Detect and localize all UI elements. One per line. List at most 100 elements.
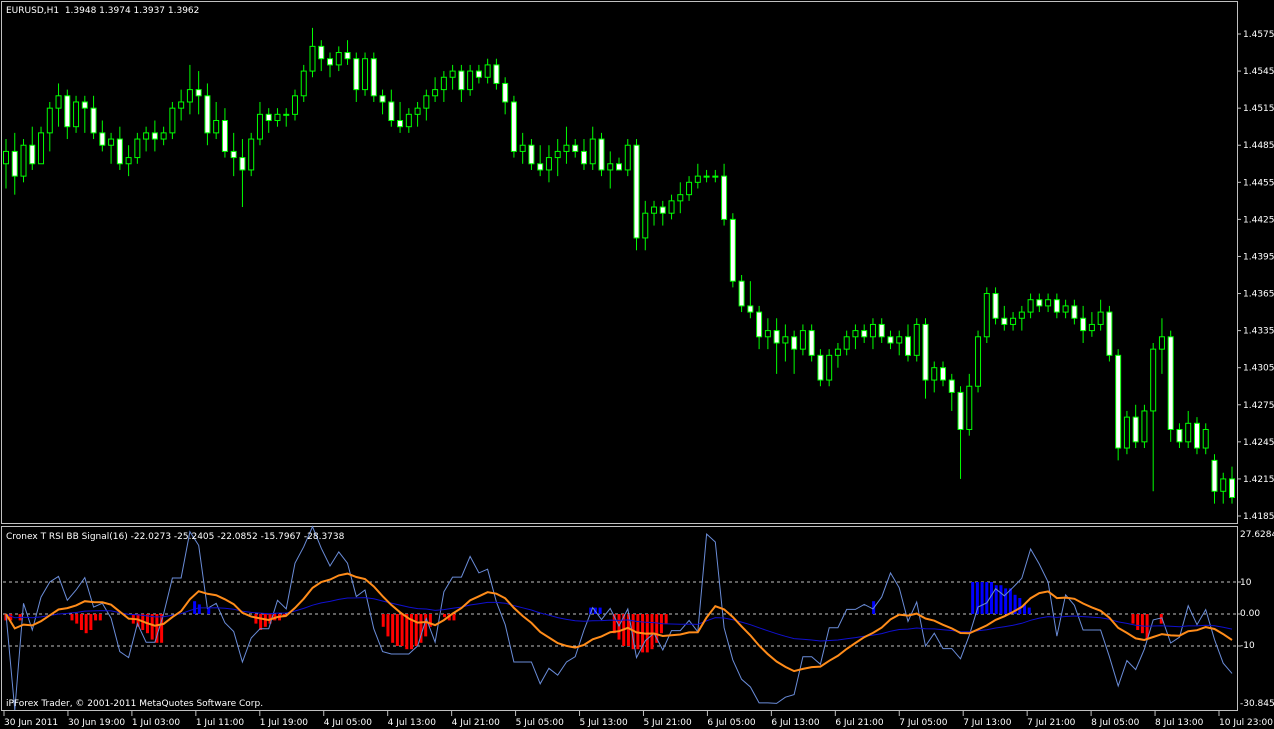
candle-body-bull [852, 330, 859, 338]
price-label: 1.4485 [1243, 141, 1274, 151]
candle-body-bull [1062, 305, 1069, 313]
candle-body-bull [248, 138, 255, 171]
candle-body-bear [1001, 317, 1008, 325]
candle-body-bull [291, 95, 298, 115]
time-label: 4 Jul 05:00 [324, 718, 373, 728]
price-label: 1.4215 [1243, 475, 1274, 485]
candle-body-bear [1080, 317, 1087, 332]
candle-body-bear [904, 336, 911, 356]
candle-body-bear [195, 89, 202, 97]
candle-body-bull [467, 70, 474, 91]
candle-body-bear [1132, 416, 1139, 443]
hist-bar-negative [1131, 614, 1135, 624]
candle-body-bear [344, 52, 351, 60]
hist-bar-positive [598, 607, 602, 614]
candle-body-bear [510, 101, 517, 152]
hist-bar-negative [428, 614, 432, 627]
time-label: 5 Jul 05:00 [516, 718, 565, 728]
hist-bar-negative [414, 614, 418, 646]
candle-body-bull [782, 336, 789, 344]
hist-bar-positive [980, 582, 984, 614]
candle-body-bear [957, 391, 964, 430]
ind-level-label-neg10: -10 [1240, 641, 1255, 651]
candle [362, 52, 369, 96]
candle-body-bull [309, 45, 316, 72]
candle [248, 132, 255, 177]
candle [913, 318, 920, 362]
price-label: 1.4395 [1243, 252, 1274, 262]
ind-top-value: 27.6284 [1240, 530, 1274, 540]
candle-body-bear [1167, 336, 1174, 430]
candle-body-bear [1211, 459, 1218, 492]
candle-body-bull [432, 89, 439, 97]
hist-bar-negative [89, 614, 93, 630]
time-label: 30 Jun 2011 [4, 718, 58, 728]
candle-body-bear [11, 150, 18, 177]
candle-body-bear [379, 95, 386, 103]
hist-bar-negative [650, 614, 654, 650]
hist-bar-negative [79, 614, 83, 630]
time-label: 4 Jul 13:00 [388, 718, 437, 728]
candle-body-bear [1115, 354, 1122, 449]
hist-bar-positive [1018, 598, 1022, 614]
candle-body-bull [405, 113, 412, 128]
price-label: 1.4425 [1243, 215, 1274, 225]
time-label: 6 Jul 05:00 [707, 718, 756, 728]
candle-body-bull [108, 138, 115, 146]
candle-body-bull [983, 293, 990, 338]
candle-body-bull [1018, 311, 1025, 319]
candle-body-bear [791, 336, 798, 350]
candle [633, 139, 640, 251]
candle-body-bull [694, 175, 701, 183]
candle-body-bear [204, 95, 211, 134]
candle-body-bull [764, 330, 771, 338]
candle-body-bull [1141, 410, 1148, 443]
candle-body-bear [887, 336, 894, 344]
candle-body-bear [370, 58, 377, 97]
hist-bar-positive [1008, 588, 1012, 614]
hist-bar-negative [405, 614, 409, 650]
candle-body-bull [1045, 299, 1052, 307]
candle-body-bull [712, 175, 719, 178]
candle-body-bear [493, 64, 500, 84]
time-label: 6 Jul 21:00 [835, 718, 884, 728]
candle-body-bull [55, 95, 62, 109]
candle [370, 52, 377, 102]
time-label: 7 Jul 13:00 [963, 718, 1012, 728]
candle-body-bull [913, 323, 920, 356]
candle-body-bear [1053, 299, 1060, 313]
price-label: 1.4575 [1243, 30, 1274, 40]
candle [1123, 410, 1130, 455]
hist-bar-negative [70, 614, 74, 621]
candle-body-bull [1097, 311, 1104, 325]
time-label: 7 Jul 05:00 [899, 718, 948, 728]
ind-bottom-value: -30.845 [1240, 699, 1274, 709]
candle-body-bull [651, 206, 658, 214]
candle-body-bull [1158, 336, 1165, 350]
price-label: 1.4365 [1243, 290, 1274, 300]
candle-body-bull [545, 157, 552, 171]
candle-body-bull [186, 89, 193, 103]
price-label: 1.4335 [1243, 327, 1274, 337]
candle-body-bear [729, 218, 736, 282]
candle-body-bear [738, 280, 745, 307]
hist-bar-negative [1140, 614, 1144, 634]
candle-body-bull [966, 385, 973, 430]
candle-body-bear [580, 150, 587, 165]
candle-body-bull [1185, 422, 1192, 443]
candle-body-bull [869, 323, 876, 338]
candle-body-bull [1202, 428, 1209, 449]
candle-body-bull [300, 70, 307, 97]
candle-body-bull [624, 144, 631, 171]
candle-body-bear [64, 95, 71, 128]
candle-body-bull [519, 144, 526, 152]
hist-bar-positive [971, 582, 975, 614]
candle [1167, 330, 1174, 442]
candle-body-bull [975, 336, 982, 387]
candle-body-bear [878, 323, 885, 338]
candle-body-bull [125, 157, 132, 165]
candle-body-bull [169, 107, 176, 134]
candle-body-bull [931, 367, 938, 381]
candle-body-bull [134, 138, 141, 159]
candle [20, 139, 27, 183]
